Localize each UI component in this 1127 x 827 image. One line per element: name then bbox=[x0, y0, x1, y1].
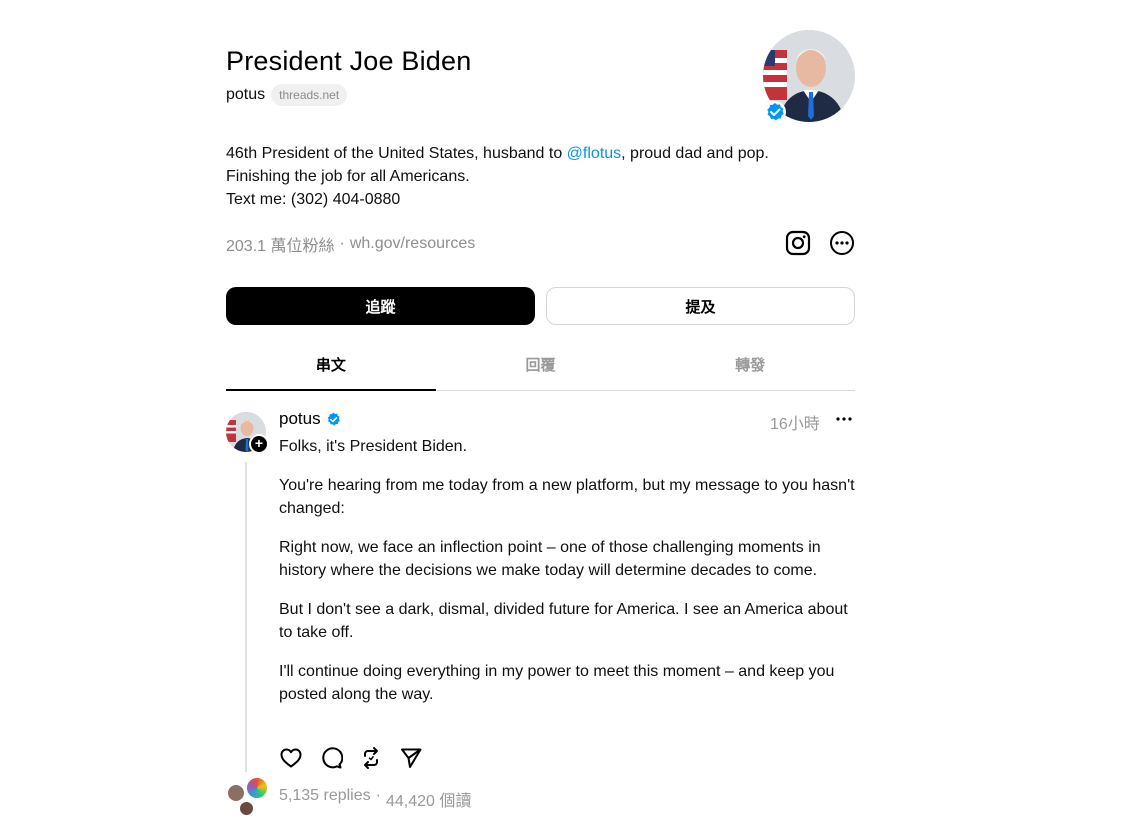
send-icon bbox=[401, 748, 422, 768]
post-body: Folks, it's President Biden. You're hear… bbox=[279, 435, 859, 722]
more-circle-icon[interactable] bbox=[829, 230, 855, 256]
reply-avatar bbox=[238, 800, 255, 817]
bio-line-2: Finishing the job for all Americans. bbox=[226, 168, 470, 185]
profile-meta: 203.1 萬位粉絲 · wh.gov/resources bbox=[226, 232, 475, 256]
stats-separator: · bbox=[375, 787, 381, 804]
comment-icon bbox=[322, 747, 343, 769]
handle-row: potus threads.net bbox=[226, 84, 348, 106]
profile-name: President Joe Biden bbox=[226, 46, 472, 76]
domain-chip[interactable]: threads.net bbox=[271, 84, 348, 106]
post-timestamp: 16小時 bbox=[770, 416, 820, 433]
reply-avatar bbox=[245, 776, 269, 800]
thread-line bbox=[245, 462, 247, 772]
flotus-link[interactable]: @flotus bbox=[567, 145, 621, 162]
meta-separator: · bbox=[339, 235, 345, 252]
tab-threads[interactable]: 串文 bbox=[226, 340, 436, 391]
post-paragraph: You're hearing from me today from a new … bbox=[279, 477, 855, 517]
post-username[interactable]: potus bbox=[279, 409, 321, 429]
repost-icon bbox=[364, 747, 378, 769]
profile-tabs: 串文 回覆 轉發 bbox=[226, 340, 855, 391]
post-paragraph: But I don't see a dark, dismal, divided … bbox=[279, 601, 848, 641]
followers-count[interactable]: 203.1 萬位粉絲 bbox=[226, 232, 335, 256]
bio-line-3: Text me: (302) 404-0880 bbox=[226, 191, 401, 208]
profile-handle: potus bbox=[226, 86, 266, 103]
post-paragraph: Folks, it's President Biden. bbox=[279, 438, 468, 455]
website-link[interactable]: wh.gov/resources bbox=[350, 235, 475, 253]
post-actions bbox=[279, 745, 439, 771]
share-button[interactable] bbox=[399, 745, 439, 771]
reply-button[interactable] bbox=[319, 745, 359, 771]
bio-text: , proud dad and pop. bbox=[621, 145, 769, 162]
follow-button[interactable]: 追蹤 bbox=[226, 287, 535, 325]
mention-button[interactable]: 提及 bbox=[546, 287, 855, 325]
views-count: 44,420 個讀 bbox=[385, 793, 472, 810]
replies-count[interactable]: 5,135 replies bbox=[279, 787, 371, 811]
tab-replies[interactable]: 回覆 bbox=[436, 340, 646, 390]
post-stats: 5,135 replies · 44,420 個讀 bbox=[279, 787, 471, 811]
post-paragraph: Right now, we face an inflection point –… bbox=[279, 539, 821, 579]
bio-text: 46th President of the United States, hus… bbox=[226, 145, 567, 162]
verified-badge-icon bbox=[327, 412, 340, 425]
tab-reposts[interactable]: 轉發 bbox=[645, 340, 855, 390]
post-paragraph: I'll continue doing everything in my pow… bbox=[279, 663, 835, 703]
bio-line-1: 46th President of the United States, hus… bbox=[226, 142, 769, 165]
more-icon[interactable] bbox=[835, 410, 853, 428]
like-button[interactable] bbox=[279, 745, 319, 771]
heart-icon bbox=[280, 748, 302, 768]
profile-bio: 46th President of the United States, hus… bbox=[226, 142, 769, 211]
verified-badge-icon bbox=[764, 101, 786, 123]
post-author: potus bbox=[279, 409, 341, 429]
reply-avatars[interactable] bbox=[226, 776, 274, 818]
follow-plus-icon[interactable]: + bbox=[249, 434, 269, 454]
instagram-icon[interactable] bbox=[785, 230, 811, 256]
repost-button[interactable] bbox=[359, 745, 399, 771]
